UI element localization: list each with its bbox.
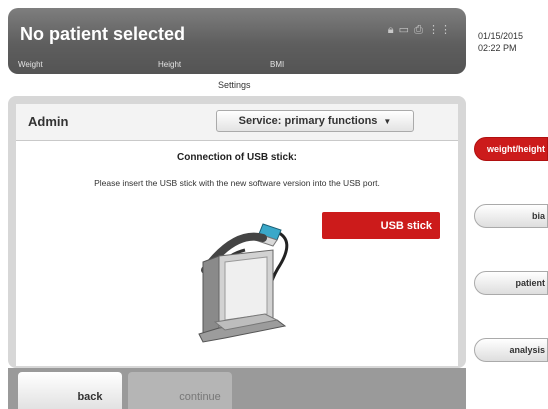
patient-title: No patient selected xyxy=(20,24,186,44)
datetime: 01/15/2015 02:22 PM xyxy=(478,30,523,54)
service-dropdown[interactable]: Service: primary functions ▼ xyxy=(216,110,414,132)
usb-stick-label: USB stick xyxy=(322,212,440,239)
tab-bia[interactable]: bia xyxy=(474,204,548,228)
service-dropdown-value: Service: primary functions xyxy=(238,115,378,127)
lock-icon: 🔒︎ xyxy=(387,24,395,36)
tab-weight-height[interactable]: weight/height xyxy=(474,137,548,161)
tab-analysis[interactable]: analysis xyxy=(474,338,548,362)
panel-title: Admin xyxy=(28,114,69,129)
weight-label: Weight xyxy=(18,60,43,69)
chevron-down-icon: ▼ xyxy=(383,116,392,126)
status-icons: 🔒︎ ▭ ⎙ ⋮⋮ xyxy=(388,23,452,37)
bmi-label: BMI xyxy=(270,60,285,69)
printer-icon: ⎙ xyxy=(414,24,424,36)
instruction-text: Please insert the USB stick with the new… xyxy=(94,178,380,188)
battery-icon: ▭ xyxy=(398,24,411,36)
time-text: 02:22 PM xyxy=(478,43,517,53)
back-button[interactable]: back xyxy=(18,372,122,409)
connection-title: Connection of USB stick: xyxy=(176,152,297,163)
section-label: Settings xyxy=(218,80,251,90)
date-text: 01/15/2015 xyxy=(478,31,524,41)
height-label: Height xyxy=(158,60,182,69)
header-bar: No patient selected 🔒︎ ▭ ⎙ ⋮⋮ Weight Hei… xyxy=(8,8,466,74)
device-illustration-icon xyxy=(198,223,289,343)
continue-button[interactable]: continue xyxy=(128,372,232,409)
tab-patient[interactable]: patient xyxy=(474,271,548,295)
network-icon: ⋮⋮ xyxy=(428,24,452,36)
